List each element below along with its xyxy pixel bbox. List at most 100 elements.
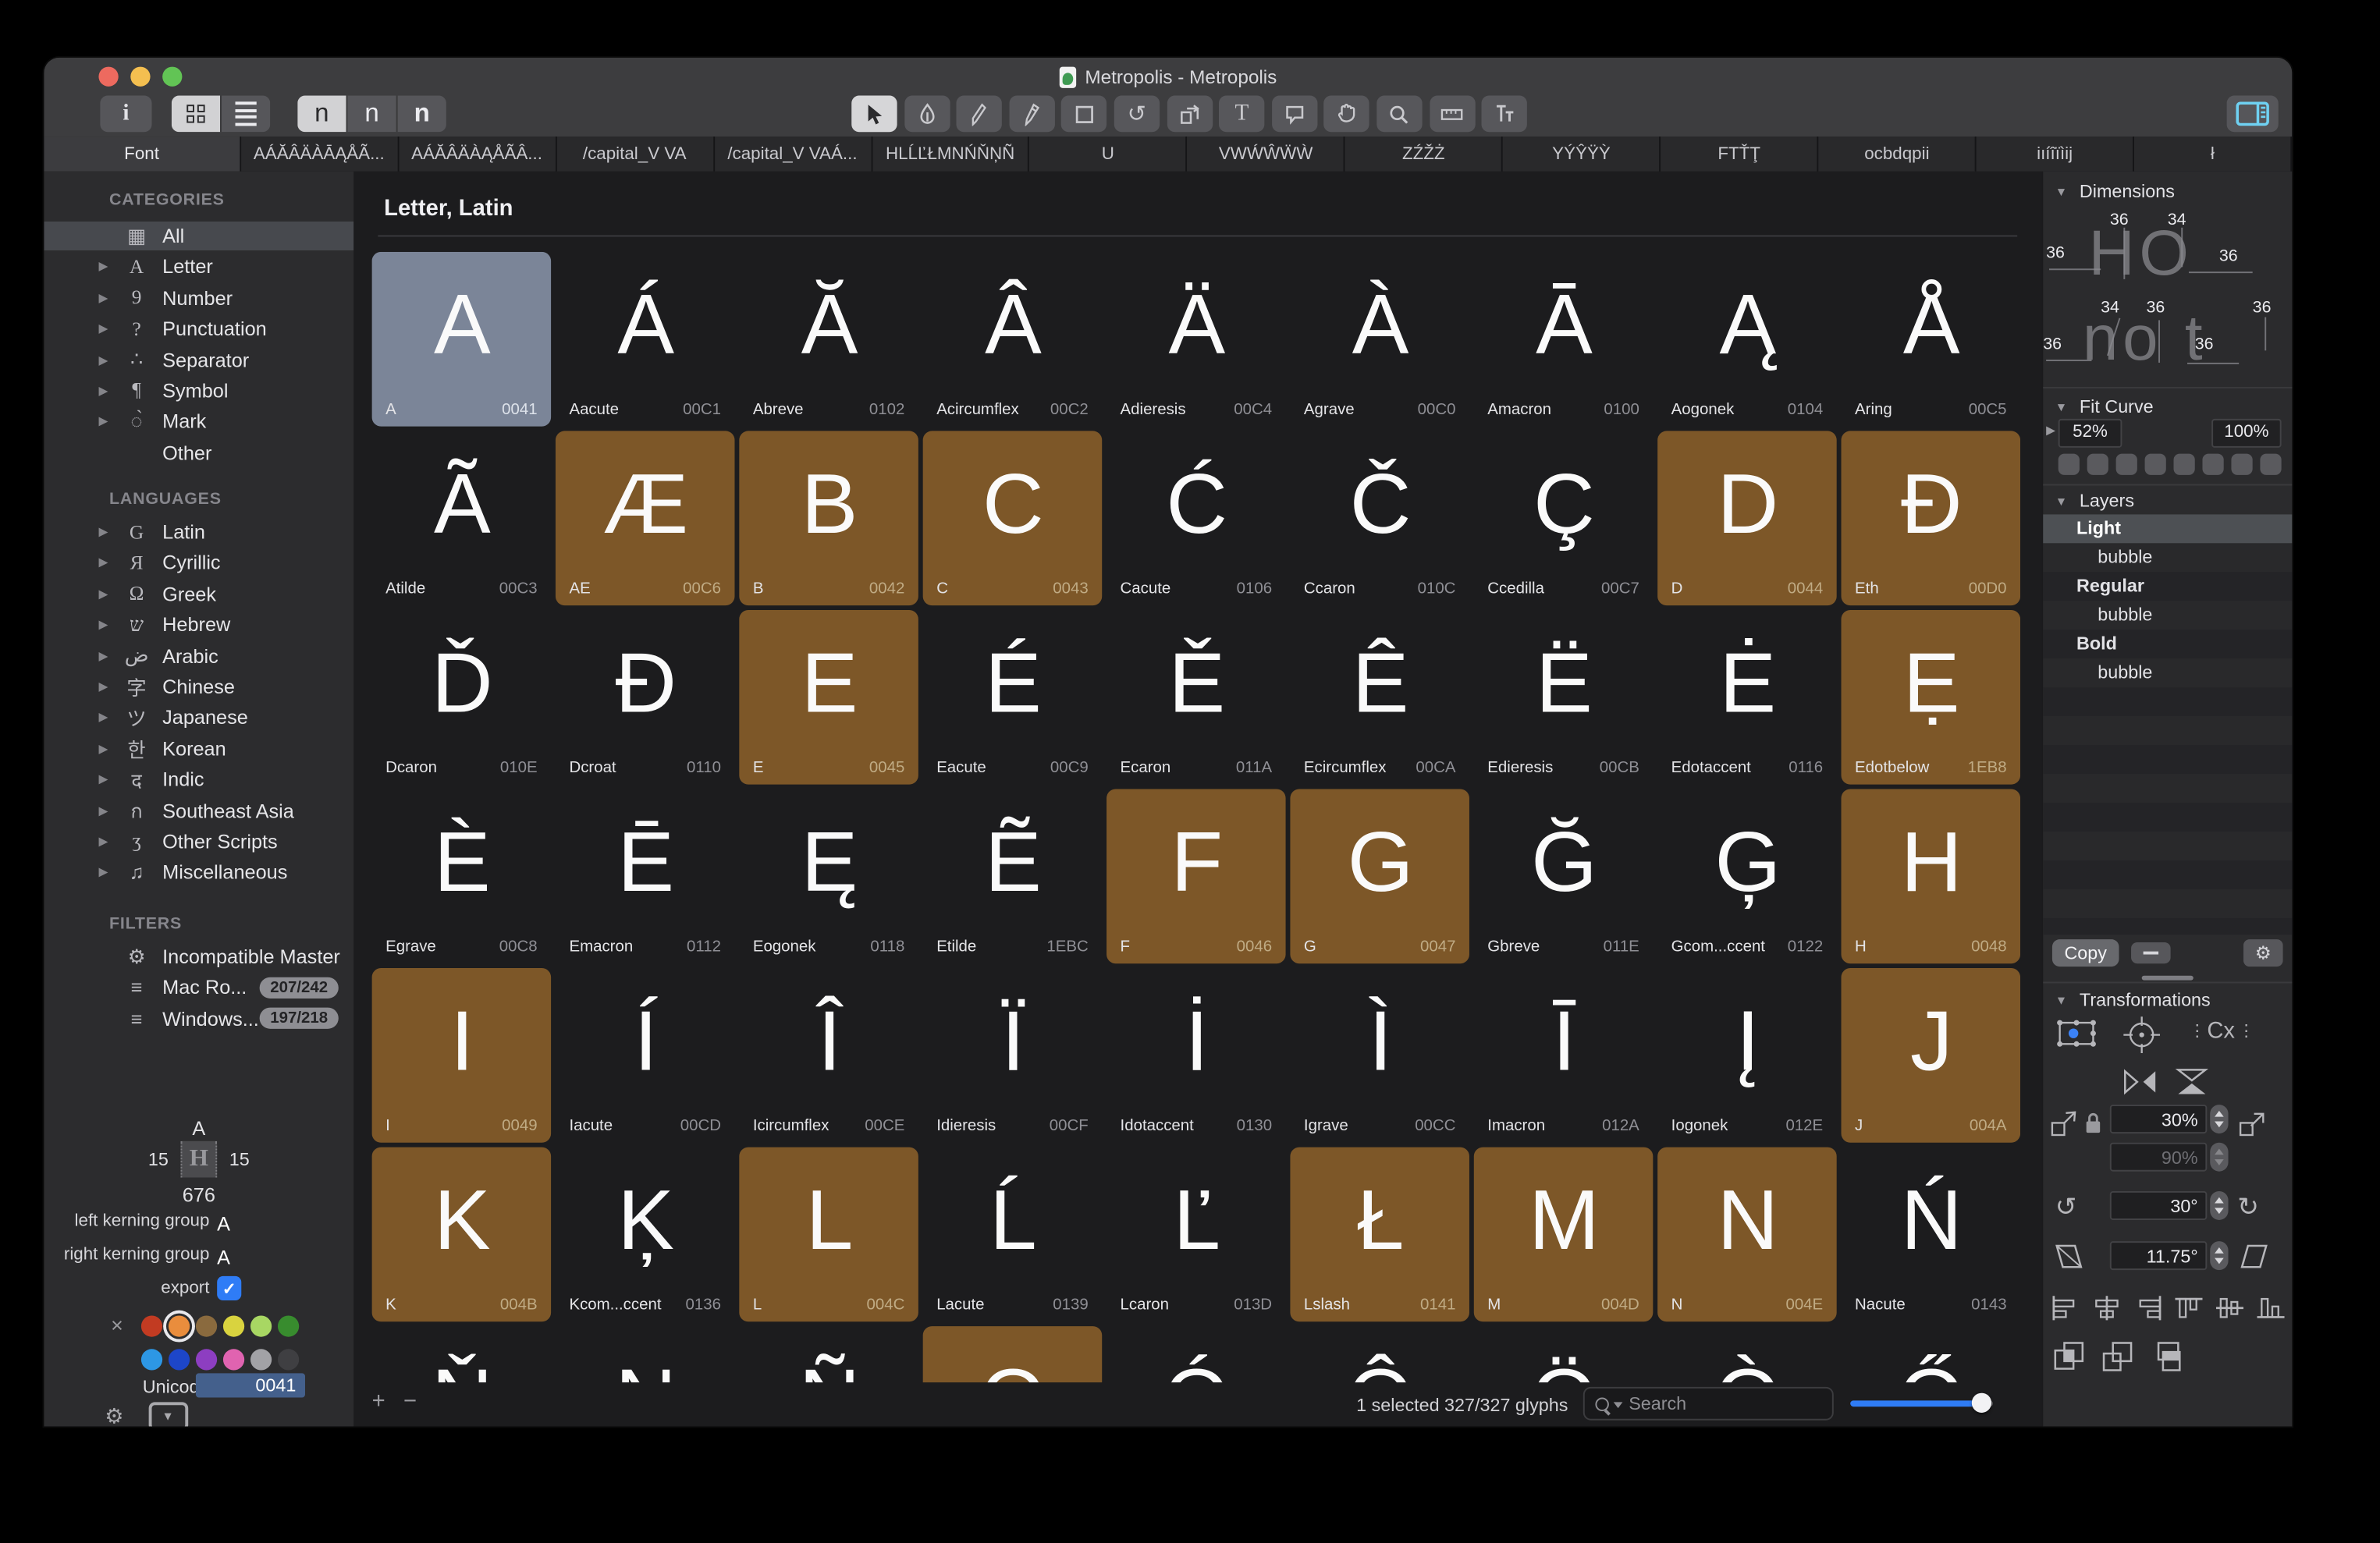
disclosure-icon[interactable]: ▶ bbox=[98, 353, 119, 367]
category-item[interactable]: ▶ ¶ Symbol bbox=[44, 376, 353, 405]
document-tab[interactable]: VWẂŴẄẀ bbox=[1188, 137, 1345, 172]
collapse-triangle-icon[interactable]: ▼ bbox=[2055, 495, 2067, 509]
pencil-tool[interactable] bbox=[1009, 96, 1054, 133]
align-center-vertical-button[interactable] bbox=[2213, 1294, 2247, 1321]
glyph-cell[interactable]: Ë Edieresis 00CB bbox=[1474, 610, 1654, 785]
disclosure-icon[interactable]: ▶ bbox=[98, 711, 119, 725]
scale-vertical-field[interactable]: 90% bbox=[2110, 1143, 2207, 1172]
rotate-ccw-button[interactable]: ↺ bbox=[2055, 1193, 2077, 1223]
glyph-cell[interactable]: Ğ Gbreve 011E bbox=[1474, 789, 1654, 964]
hand-tool[interactable] bbox=[1324, 96, 1369, 133]
layer-row[interactable]: Bold bbox=[2043, 630, 2292, 658]
disclosure-icon[interactable]: ▶ bbox=[98, 587, 119, 601]
glyph-cell[interactable]: I I 0049 bbox=[372, 968, 552, 1143]
collapse-triangle-icon[interactable]: ▼ bbox=[2055, 401, 2067, 415]
slant-stepper[interactable] bbox=[2210, 1241, 2228, 1270]
glyph-cell[interactable]: Ą Aogonek 0104 bbox=[1657, 252, 1837, 427]
glyph-cell[interactable]: O bbox=[923, 1326, 1103, 1382]
fit-curve-step-button[interactable] bbox=[2145, 454, 2166, 475]
glyph-cell[interactable]: Ę Eogonek 0118 bbox=[739, 789, 918, 964]
fit-curve-step-button[interactable] bbox=[2202, 454, 2223, 475]
right-kerning-value[interactable]: A bbox=[217, 1246, 230, 1268]
glyph-cell[interactable]: C C 0043 bbox=[923, 431, 1103, 605]
disclosure-icon[interactable]: ▶ bbox=[98, 556, 119, 570]
glyph-cell[interactable]: È Egrave 00C8 bbox=[372, 789, 552, 964]
disclosure-icon[interactable]: ▶ bbox=[98, 260, 119, 274]
glyph-cell[interactable]: Ó bbox=[1107, 1326, 1286, 1382]
fit-curve-max-field[interactable]: 100% bbox=[2211, 419, 2281, 448]
language-item[interactable]: ▶ ש Hebrew bbox=[44, 610, 353, 639]
language-item[interactable]: ▶ ʒ Other Scripts bbox=[44, 827, 353, 856]
transform-tool[interactable] bbox=[1167, 96, 1212, 133]
glyph-cell[interactable]: Ľ Lcaron 013D bbox=[1107, 1147, 1286, 1322]
right-sidebearing-value[interactable]: 15 bbox=[229, 1149, 250, 1170]
glyph-cell[interactable]: Ï Idieresis 00CF bbox=[923, 968, 1103, 1143]
glyph-cell[interactable]: Ẹ Edotbelow 1EB8 bbox=[1842, 610, 2021, 785]
glyph-width-value[interactable]: 676 bbox=[44, 1183, 353, 1206]
align-center-horizontal-button[interactable] bbox=[2090, 1294, 2124, 1321]
sidebar-toggle-button[interactable] bbox=[2227, 96, 2279, 133]
category-item[interactable]: ▶ ◌̀ Mark bbox=[44, 407, 353, 436]
clear-color-button[interactable]: × bbox=[111, 1313, 123, 1337]
category-item[interactable]: ▦ All bbox=[44, 222, 353, 250]
filter-item[interactable]: ⚙ Incompatible Master bbox=[44, 942, 353, 971]
glyph-cell[interactable]: Ä Adieresis 00C4 bbox=[1107, 252, 1286, 427]
language-item[interactable]: ▶ ض Arabic bbox=[44, 641, 353, 670]
glyph-cell[interactable]: M M 004D bbox=[1474, 1147, 1654, 1322]
panel-resize-handle[interactable] bbox=[2142, 976, 2194, 981]
color-swatch[interactable] bbox=[169, 1315, 190, 1336]
transform-origin-bbox-button[interactable] bbox=[2052, 1015, 2101, 1052]
rotate-stepper[interactable] bbox=[2210, 1191, 2228, 1220]
disclosure-icon[interactable]: ▶ bbox=[98, 415, 119, 429]
disclosure-icon[interactable]: ▶ bbox=[98, 618, 119, 632]
knife-tool[interactable] bbox=[957, 96, 1002, 133]
fit-curve-section-header[interactable]: ▼ Fit Curve bbox=[2043, 393, 2292, 420]
glyph-cell[interactable]: Î Icircumflex 00CE bbox=[739, 968, 918, 1143]
glyph-cell[interactable]: Ć Cacute 0106 bbox=[1107, 431, 1286, 605]
color-swatch[interactable] bbox=[196, 1315, 217, 1336]
add-glyph-button[interactable]: + bbox=[372, 1389, 385, 1414]
measure-tool[interactable] bbox=[1429, 96, 1474, 133]
collapse-triangle-icon[interactable]: ▼ bbox=[2055, 994, 2067, 1008]
glyph-cell[interactable]: F F 0046 bbox=[1107, 789, 1286, 964]
zoom-slider[interactable] bbox=[1850, 1400, 1993, 1406]
glyph-cell[interactable]: D D 0044 bbox=[1657, 431, 1837, 605]
color-swatch[interactable] bbox=[141, 1349, 162, 1370]
fit-curve-step-button[interactable] bbox=[2116, 454, 2137, 475]
scale-down-button[interactable] bbox=[2049, 1108, 2080, 1138]
glyph-cell[interactable]: Ķ Kcom...ccent 0136 bbox=[556, 1147, 735, 1322]
glyph-cell[interactable]: Ð Eth 00D0 bbox=[1842, 431, 2021, 605]
glyph-cell[interactable]: Â Acircumflex 00C2 bbox=[923, 252, 1103, 427]
layer-row[interactable]: bubble bbox=[2043, 543, 2292, 572]
disclosure-icon[interactable]: ▶ bbox=[98, 384, 119, 398]
glyph-cell[interactable]: Ě Ecaron 011A bbox=[1107, 610, 1286, 785]
export-checkbox[interactable]: ✓ bbox=[217, 1276, 241, 1300]
scale-up-button[interactable] bbox=[2237, 1108, 2268, 1138]
glyph-cell[interactable]: Ė Edotaccent 0116 bbox=[1657, 610, 1837, 785]
glyph-cell[interactable]: Ì Igrave 00CC bbox=[1290, 968, 1469, 1143]
glyph-cell[interactable]: E E 0045 bbox=[739, 610, 918, 785]
document-tab[interactable]: U bbox=[1030, 137, 1188, 172]
glyph-cell[interactable]: A A 0041 bbox=[372, 252, 552, 427]
fit-curve-step-button[interactable] bbox=[2260, 454, 2281, 475]
language-item[interactable]: ▶ ก Southeast Asia bbox=[44, 796, 353, 825]
fit-curve-step-button[interactable] bbox=[2231, 454, 2252, 475]
document-tab[interactable]: ł bbox=[2134, 137, 2292, 172]
category-item[interactable]: ▶ 9 Number bbox=[44, 283, 353, 312]
glyph-cell[interactable]: Ā Amacron 0100 bbox=[1474, 252, 1654, 427]
glyph-cell[interactable]: H H 0048 bbox=[1842, 789, 2021, 964]
glyph-cell[interactable]: B B 0042 bbox=[739, 431, 918, 605]
glyph-cell[interactable]: Í Iacute 00CD bbox=[556, 968, 735, 1143]
document-tab[interactable]: AÁĂÂÄÀĄÅÃÂ... bbox=[399, 137, 556, 172]
align-right-button[interactable] bbox=[2131, 1294, 2165, 1321]
flip-horizontal-button[interactable] bbox=[2122, 1066, 2158, 1097]
align-top-button[interactable] bbox=[2172, 1294, 2206, 1321]
layer-row[interactable]: bubble bbox=[2043, 658, 2292, 687]
fit-curve-step-button[interactable] bbox=[2059, 454, 2080, 475]
disclosure-icon[interactable]: ▶ bbox=[98, 803, 119, 818]
document-tab[interactable]: ocbdqpii bbox=[1819, 137, 1977, 172]
list-view-button[interactable] bbox=[220, 96, 270, 133]
glyph-cell[interactable]: Đ Dcroat 0110 bbox=[556, 610, 735, 785]
glyph-cell[interactable]: Ő bbox=[1842, 1326, 2021, 1382]
annotation-tool[interactable] bbox=[1272, 96, 1317, 133]
